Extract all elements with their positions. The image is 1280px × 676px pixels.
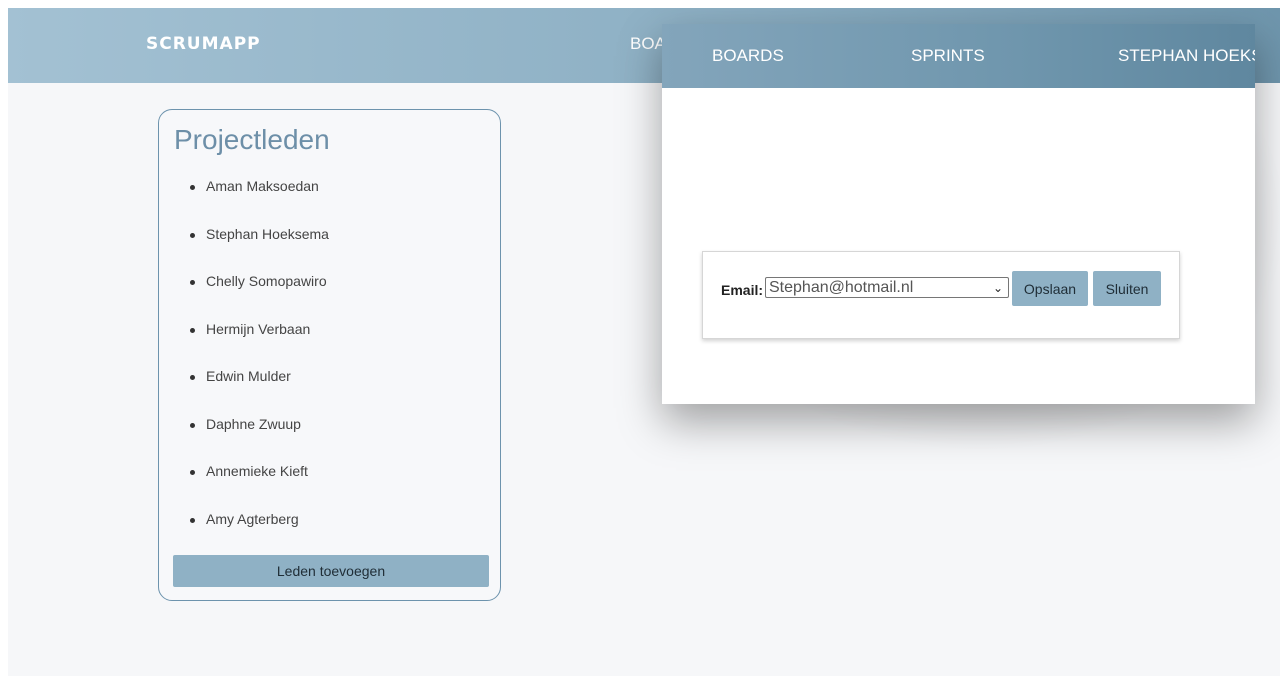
members-title: Projectleden — [174, 124, 330, 155]
project-members-card: Projectleden Aman Maksoedan Stephan Hoek… — [158, 109, 501, 601]
member-list-item: Aman Maksoedan — [159, 178, 500, 226]
member-list-item: Edwin Mulder — [159, 368, 500, 416]
email-selected-value: Stephan@hotmail.nl — [769, 279, 914, 296]
add-member-modal: BOARDS SPRINTS STEPHAN HOEKS Email: Step… — [662, 24, 1255, 404]
save-button[interactable]: Opslaan — [1012, 271, 1088, 306]
page: SCRUMAPP BOA Projectleden Aman Maksoedan… — [8, 8, 1280, 676]
member-list-item: Stephan Hoeksema — [159, 226, 500, 274]
member-list-item: Daphne Zwuup — [159, 416, 500, 464]
nav-boards-background[interactable]: BOA — [630, 34, 666, 54]
email-form: Email: Stephan@hotmail.nl ⌄ Opslaan Slui… — [702, 251, 1180, 339]
member-list-item: Annemieke Kieft — [159, 463, 500, 511]
chevron-down-icon: ⌄ — [992, 281, 1003, 295]
nav-boards-link[interactable]: BOARDS — [712, 46, 784, 66]
email-label: Email: — [721, 282, 764, 298]
add-members-button[interactable]: Leden toevoegen — [173, 555, 489, 587]
email-select[interactable]: Stephan@hotmail.nl ⌄ — [765, 277, 1009, 298]
member-list-item: Chelly Somopawiro — [159, 273, 500, 321]
nav-sprints-link[interactable]: SPRINTS — [911, 46, 985, 66]
modal-navbar: BOARDS SPRINTS STEPHAN HOEKS — [662, 24, 1255, 88]
brand-logo[interactable]: SCRUMAPP — [146, 34, 261, 54]
member-list-item: Hermijn Verbaan — [159, 321, 500, 369]
members-list: Aman Maksoedan Stephan Hoeksema Chelly S… — [159, 178, 500, 558]
member-list-item: Amy Agterberg — [159, 511, 500, 559]
nav-user-link[interactable]: STEPHAN HOEKS — [1118, 46, 1255, 66]
close-button[interactable]: Sluiten — [1093, 271, 1161, 306]
